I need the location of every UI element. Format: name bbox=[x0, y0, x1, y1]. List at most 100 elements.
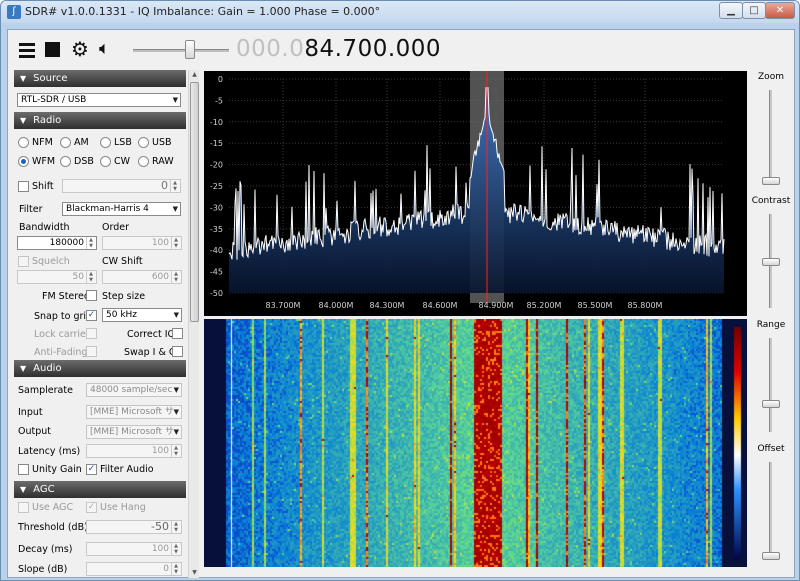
mode-raw-label: RAW bbox=[152, 156, 174, 167]
contrast-label: Contrast bbox=[751, 196, 791, 206]
gear-icon[interactable]: ⚙ bbox=[71, 38, 89, 60]
scrollbar-thumb[interactable] bbox=[190, 82, 199, 322]
use-agc-label: Use AGC bbox=[32, 502, 74, 513]
zoom-slider-thumb[interactable] bbox=[762, 177, 780, 185]
correct-iq-label: Correct IQ bbox=[127, 329, 175, 340]
threshold-label: Threshold (dB) bbox=[18, 522, 88, 533]
volume-slider[interactable] bbox=[133, 49, 229, 52]
output-device-value: [MME] Microsoft サ bbox=[90, 427, 174, 437]
maximize-button[interactable]: □ bbox=[742, 2, 766, 19]
filter-audio-label: Filter Audio bbox=[100, 464, 154, 475]
samplerate-select[interactable]: 48000 sample/sec ▼ bbox=[86, 383, 182, 397]
offset-label: Offset bbox=[757, 444, 785, 454]
source-device-select[interactable]: RTL-SDR / USB ▼ bbox=[17, 93, 181, 107]
squelch-input[interactable]: 50 ▲ ▼ bbox=[17, 270, 97, 284]
spectrum-x-tick: 83.700M bbox=[266, 301, 301, 310]
cw-shift-input[interactable]: 600 ▲ ▼ bbox=[102, 270, 182, 284]
decay-input[interactable]: 100 ▲ ▼ bbox=[86, 542, 182, 556]
use-hang-checkbox[interactable]: ✓ bbox=[86, 502, 97, 513]
filter-label: Filter bbox=[19, 204, 43, 215]
frequency-digits[interactable]: 84.700.000 bbox=[304, 36, 441, 62]
panel-scrollbar[interactable]: ▲ ▼ bbox=[188, 70, 199, 578]
scroll-down-icon[interactable]: ▼ bbox=[190, 568, 199, 578]
agc-header[interactable]: ▼ AGC bbox=[14, 481, 186, 498]
spectrum-y-tick: -35 bbox=[210, 225, 223, 234]
input-device-value: [MME] Microsoft サ bbox=[90, 407, 174, 417]
speaker-icon[interactable]: 🔈︎ bbox=[99, 38, 117, 59]
frequency-leading-digits[interactable]: 000.0 bbox=[236, 36, 304, 62]
mode-usb-radio[interactable] bbox=[138, 137, 149, 148]
client-area: ⚙ 🔈︎ 000.084.700.000 ▼ Source RTL-SDR / U… bbox=[7, 29, 795, 578]
cw-shift-label: CW Shift bbox=[102, 256, 143, 267]
slope-label: Slope (dB) bbox=[18, 564, 68, 575]
shift-checkbox[interactable] bbox=[18, 181, 29, 192]
stop-icon[interactable] bbox=[45, 42, 60, 57]
offset-slider-thumb[interactable] bbox=[762, 552, 780, 560]
output-label: Output bbox=[18, 426, 51, 437]
snap-to-grid-label: Snap to grid bbox=[34, 311, 93, 322]
source-header[interactable]: ▼ Source bbox=[14, 70, 186, 87]
volume-slider-thumb[interactable] bbox=[185, 40, 195, 59]
spectrum-x-tick: 84.000M bbox=[319, 301, 354, 310]
swap-iq-checkbox[interactable] bbox=[172, 346, 183, 357]
spectrum-x-tick: 85.500M bbox=[578, 301, 613, 310]
minimize-button[interactable]: ▁ bbox=[719, 2, 743, 19]
lock-carrier-checkbox[interactable] bbox=[86, 328, 97, 339]
range-slider[interactable] bbox=[769, 338, 772, 432]
agc-header-label: AGC bbox=[33, 484, 55, 495]
threshold-input[interactable]: -50 ▲ ▼ bbox=[86, 520, 182, 534]
toolbar: ⚙ 🔈︎ 000.084.700.000 bbox=[8, 30, 794, 68]
spectrum-y-tick: -40 bbox=[210, 246, 223, 255]
range-slider-thumb[interactable] bbox=[762, 400, 780, 408]
contrast-slider-thumb[interactable] bbox=[762, 258, 780, 266]
mode-cw-label: CW bbox=[114, 156, 131, 167]
filter-audio-checkbox[interactable]: ✓ bbox=[86, 464, 97, 475]
frequency-display[interactable]: 000.084.700.000 bbox=[236, 36, 441, 62]
spectrum-x-tick: 84.900M bbox=[479, 301, 514, 310]
offset-slider[interactable] bbox=[769, 462, 772, 556]
samplerate-label: Samplerate bbox=[18, 385, 73, 396]
filter-select[interactable]: Blackman-Harris 4 ▼ bbox=[62, 202, 181, 216]
source-device-value: RTL-SDR / USB bbox=[21, 95, 87, 105]
squelch-checkbox[interactable] bbox=[18, 256, 29, 267]
shift-input[interactable]: 0 ▲ ▼ bbox=[62, 179, 181, 193]
scroll-up-icon[interactable]: ▲ bbox=[190, 70, 199, 80]
anti-fading-checkbox[interactable] bbox=[86, 346, 97, 357]
input-device-select[interactable]: [MME] Microsoft サ ▼ bbox=[86, 405, 182, 419]
spectrum-y-tick: -45 bbox=[210, 268, 223, 277]
waterfall-display[interactable] bbox=[204, 319, 747, 567]
close-button[interactable]: ✕ bbox=[765, 2, 795, 19]
order-input[interactable]: 100 ▲ ▼ bbox=[102, 236, 182, 250]
mode-nfm-radio[interactable] bbox=[18, 137, 29, 148]
mode-cw-radio[interactable] bbox=[100, 156, 111, 167]
audio-header[interactable]: ▼ Audio bbox=[14, 360, 186, 377]
step-size-select[interactable]: 50 kHz ▼ bbox=[102, 308, 182, 322]
mode-usb-label: USB bbox=[152, 137, 172, 148]
correct-iq-checkbox[interactable] bbox=[172, 328, 183, 339]
bandwidth-input[interactable]: 180000 ▲ ▼ bbox=[17, 236, 97, 250]
latency-input[interactable]: 100 ▲ ▼ bbox=[86, 444, 182, 458]
mode-lsb-radio[interactable] bbox=[100, 137, 111, 148]
unity-gain-label: Unity Gain bbox=[32, 464, 82, 475]
unity-gain-checkbox[interactable] bbox=[18, 464, 29, 475]
slope-value: 0 bbox=[163, 564, 169, 574]
output-device-select[interactable]: [MME] Microsoft サ ▼ bbox=[86, 425, 182, 439]
menu-icon[interactable] bbox=[18, 41, 36, 59]
decay-label: Decay (ms) bbox=[18, 544, 73, 555]
slope-input[interactable]: 0 ▲ ▼ bbox=[86, 562, 182, 576]
mode-wfm-radio[interactable] bbox=[18, 156, 29, 167]
mode-raw-radio[interactable] bbox=[138, 156, 149, 167]
snap-to-grid-checkbox[interactable]: ✓ bbox=[86, 310, 97, 321]
squelch-value: 50 bbox=[72, 272, 84, 282]
mode-dsb-radio[interactable] bbox=[60, 156, 71, 167]
radio-header[interactable]: ▼ Radio bbox=[14, 112, 186, 129]
spectrum-x-tick: 84.600M bbox=[423, 301, 458, 310]
title-bar[interactable]: ʃ SDR# v1.0.0.1331 - IQ Imbalance: Gain … bbox=[1, 1, 799, 23]
mode-am-radio[interactable] bbox=[60, 137, 71, 148]
fm-stereo-checkbox[interactable] bbox=[86, 290, 97, 301]
spectrum-y-tick: -15 bbox=[210, 139, 223, 148]
use-agc-checkbox[interactable] bbox=[18, 502, 29, 513]
range-label: Range bbox=[756, 320, 786, 330]
spectrum-analyzer[interactable]: 0 -5 -10 -15 -20 -25 -30 -35 -40 -45 -50 83.700M 84… bbox=[204, 71, 747, 316]
zoom-slider[interactable] bbox=[769, 90, 772, 185]
